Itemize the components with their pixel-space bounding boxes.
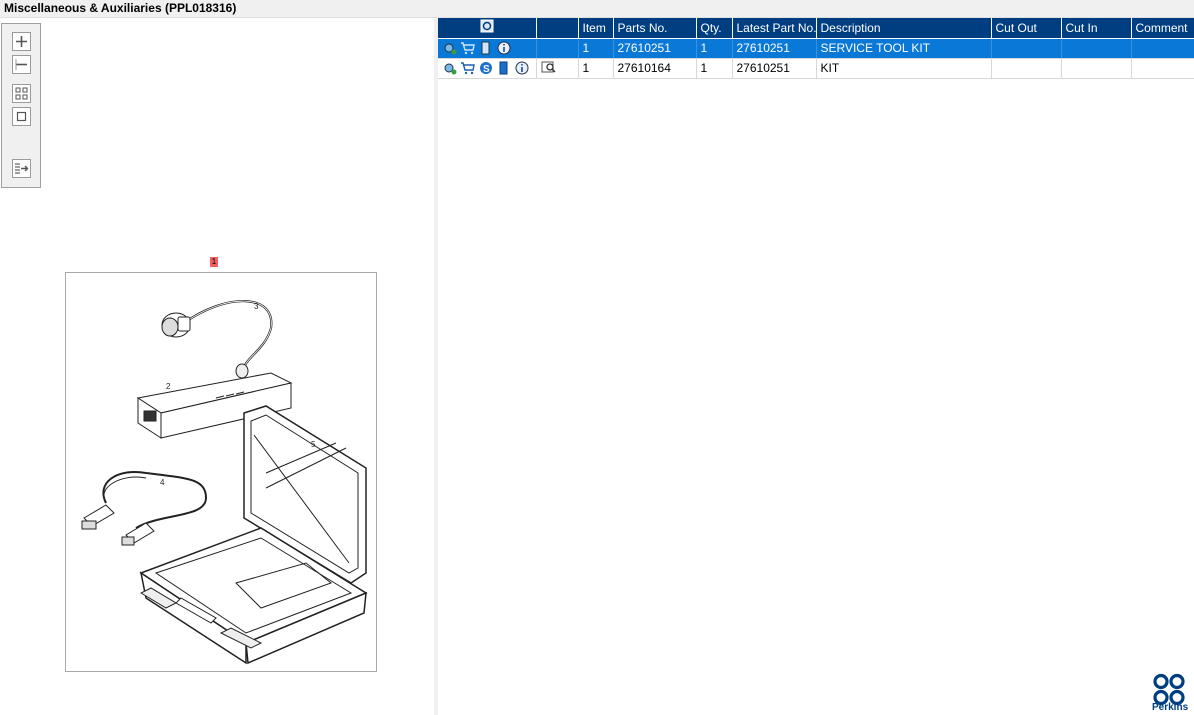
shopping-cart-icon[interactable]: [460, 41, 475, 56]
zoom-in-icon: [16, 36, 27, 47]
column-header-qty[interactable]: Qty.: [696, 18, 733, 39]
callout-5[interactable]: 5: [311, 440, 316, 449]
zoom-in-button[interactable]: [12, 32, 31, 51]
fit-all-button[interactable]: [12, 84, 31, 103]
service-tool-kit-illustration: 3 2 4 5: [81, 300, 368, 665]
perkins-wordmark: Perkins: [1152, 702, 1189, 713]
parts-drawing[interactable]: 3 2 4 5: [65, 272, 377, 672]
column-header-description[interactable]: Description: [816, 18, 992, 39]
cell-item: 1: [578, 38, 614, 59]
column-header-parts-no[interactable]: Parts No.: [613, 18, 697, 39]
parts-list-pane: Item Parts No. Qty. Latest Part No. Desc…: [438, 18, 1194, 715]
column-header-item[interactable]: Item: [578, 18, 614, 39]
row-drawing: [536, 38, 579, 59]
expand-panel-button[interactable]: [12, 159, 31, 178]
drawing-viewer[interactable]: 1 3 2 4 5: [0, 18, 434, 715]
zoom-out-icon: [15, 59, 27, 70]
cell-parts-no: 27610164: [613, 58, 697, 79]
cell-description: KIT: [816, 58, 992, 79]
cell-latest-part-no: 27610251: [732, 58, 817, 79]
document-info-icon[interactable]: [496, 61, 511, 76]
parts-table: Item Parts No. Qty. Latest Part No. Desc…: [438, 18, 1194, 79]
callout-4[interactable]: 4: [160, 478, 165, 487]
info-icon[interactable]: [514, 61, 529, 76]
gear-icon[interactable]: [442, 41, 457, 56]
fit-window-icon: [16, 111, 27, 122]
info-icon[interactable]: [496, 41, 511, 56]
column-header-cut-out[interactable]: Cut Out: [991, 18, 1062, 39]
cell-latest-part-no: 27610251: [732, 38, 817, 59]
service-s-icon[interactable]: S: [478, 61, 493, 76]
fit-window-button[interactable]: [12, 107, 31, 126]
cell-qty: 1: [696, 58, 733, 79]
cell-cut-out: [991, 58, 1062, 79]
cell-qty: 1: [696, 38, 733, 59]
row-actions: [438, 38, 537, 59]
column-header-actions[interactable]: [438, 18, 537, 39]
expand-panel-icon: [15, 163, 29, 174]
column-header-cut-in[interactable]: Cut In: [1061, 18, 1132, 39]
column-header-drawing[interactable]: [536, 18, 579, 39]
row-actions: S: [438, 58, 537, 79]
column-header-latest-part-no[interactable]: Latest Part No.: [732, 18, 817, 39]
row-drawing: [536, 58, 579, 79]
cell-item: 1: [578, 58, 614, 79]
find-in-drawing-icon[interactable]: [480, 19, 494, 33]
cell-parts-no: 27610251: [613, 38, 697, 59]
svg-text:S: S: [483, 64, 490, 75]
document-info-icon[interactable]: [478, 41, 493, 56]
callout-highlight[interactable]: 1: [210, 257, 218, 267]
view-drawing-icon[interactable]: [541, 59, 556, 74]
table-header-row: Item Parts No. Qty. Latest Part No. Desc…: [438, 18, 1194, 39]
cell-cut-out: [991, 38, 1062, 59]
table-row[interactable]: S 1 27610164 1 27610251 KIT: [438, 58, 1194, 79]
cell-cut-in: [1061, 58, 1132, 79]
cell-comment: [1131, 58, 1194, 79]
zoom-out-button[interactable]: [12, 55, 31, 74]
zoom-toolbar: [1, 23, 41, 188]
window-title: Miscellaneous & Auxiliaries (PPL018316): [0, 0, 1194, 18]
column-header-comment[interactable]: Comment: [1131, 18, 1194, 39]
table-row[interactable]: 1 27610251 1 27610251 SERVICE TOOL KIT: [438, 38, 1194, 59]
shopping-cart-icon[interactable]: [460, 61, 475, 76]
fit-all-icon: [15, 87, 28, 100]
callout-3[interactable]: 3: [254, 302, 259, 311]
cell-description: SERVICE TOOL KIT: [816, 38, 992, 59]
cell-cut-in: [1061, 38, 1132, 59]
callout-2[interactable]: 2: [166, 382, 171, 391]
gear-icon[interactable]: [442, 61, 457, 76]
cell-comment: [1131, 38, 1194, 59]
